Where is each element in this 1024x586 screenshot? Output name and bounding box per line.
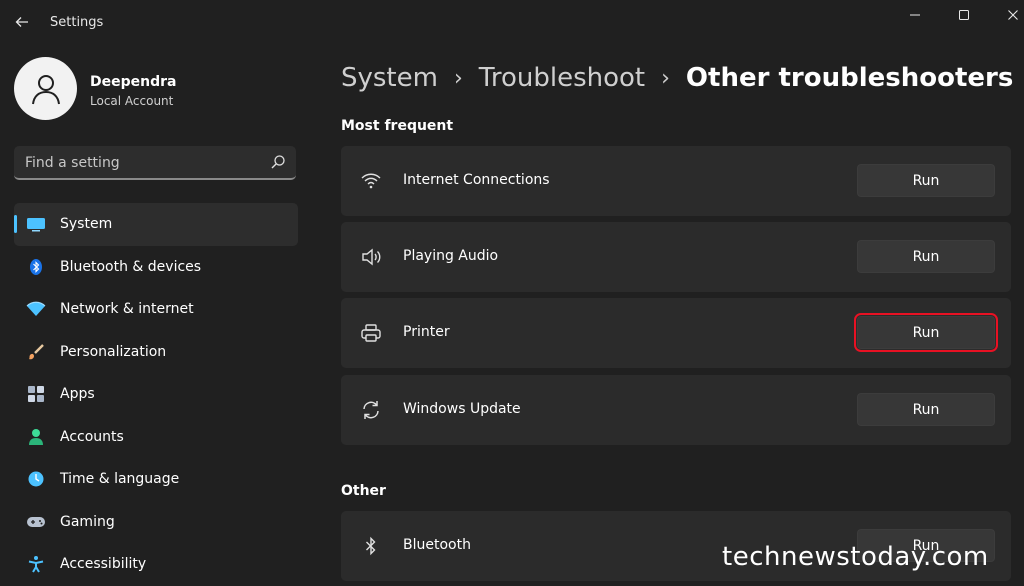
- account-type: Local Account: [90, 94, 174, 108]
- run-windows-update-button[interactable]: Run: [857, 393, 995, 426]
- sidebar-item-accounts[interactable]: Accounts: [14, 416, 298, 459]
- troubleshooter-windows-update: Windows Update Run: [341, 375, 1011, 445]
- minimize-button[interactable]: [892, 0, 938, 30]
- speaker-icon: [359, 245, 383, 269]
- run-printer-button[interactable]: Run: [854, 313, 998, 352]
- app-title: Settings: [50, 15, 104, 30]
- network-icon: [26, 299, 46, 319]
- sidebar-item-label: System: [60, 216, 113, 233]
- troubleshooter-label: Bluetooth: [403, 537, 471, 553]
- breadcrumb: System › Troubleshoot › Other troublesho…: [341, 58, 1013, 98]
- chevron-right-icon: ›: [661, 65, 670, 91]
- search-icon[interactable]: [270, 154, 286, 170]
- globe-clock-icon: [26, 469, 46, 489]
- wifi-icon: [359, 169, 383, 193]
- watermark: technewstoday.com: [722, 542, 989, 572]
- sidebar-item-network-internet[interactable]: Network & internet: [14, 288, 298, 331]
- sidebar-item-accessibility[interactable]: Accessibility: [14, 543, 298, 586]
- section-label-other: Other: [341, 483, 386, 499]
- troubleshooter-playing-audio: Playing Audio Run: [341, 222, 1011, 292]
- sidebar-item-label: Network & internet: [60, 301, 194, 318]
- page-title: Other troubleshooters: [685, 63, 1014, 93]
- run-internet-connections-button[interactable]: Run: [857, 164, 995, 197]
- sidebar-item-label: Time & language: [60, 471, 180, 488]
- run-playing-audio-button[interactable]: Run: [857, 240, 995, 273]
- printer-icon: [359, 321, 383, 345]
- user-icon: [31, 74, 60, 104]
- section-label-most-frequent: Most frequent: [341, 118, 454, 134]
- troubleshooter-label: Windows Update: [403, 401, 521, 417]
- sidebar-item-gaming[interactable]: Gaming: [14, 501, 298, 544]
- system-icon: [26, 214, 46, 234]
- sidebar-item-label: Gaming: [60, 513, 115, 530]
- user-name: Deependra: [90, 74, 177, 90]
- title-bar: Settings: [0, 0, 1024, 44]
- bluetooth-icon: [359, 534, 383, 558]
- troubleshooter-printer: Printer Run: [341, 298, 1011, 368]
- sidebar-item-label: Personalization: [60, 343, 167, 360]
- sidebar-item-label: Accounts: [60, 428, 124, 445]
- bluetooth-icon: [26, 257, 46, 277]
- sidebar-nav: System Bluetooth & devices Network & int…: [14, 203, 298, 586]
- close-icon: [1008, 10, 1018, 20]
- sidebar-item-label: Apps: [60, 386, 95, 403]
- troubleshooter-label: Internet Connections: [403, 172, 550, 188]
- sidebar-item-bluetooth-devices[interactable]: Bluetooth & devices: [14, 246, 298, 289]
- maximize-icon: [959, 10, 969, 20]
- troubleshooter-label: Playing Audio: [403, 248, 499, 264]
- minimize-icon: [910, 14, 920, 16]
- avatar: [14, 57, 77, 120]
- sidebar-item-label: Accessibility: [60, 556, 147, 573]
- back-arrow-icon: [15, 17, 28, 27]
- breadcrumb-troubleshoot[interactable]: Troubleshoot: [479, 63, 645, 93]
- refresh-icon: [359, 398, 383, 422]
- sidebar-item-system[interactable]: System: [14, 203, 298, 246]
- accounts-icon: [26, 427, 46, 447]
- accessibility-icon: [26, 554, 46, 574]
- back-button[interactable]: [10, 10, 34, 34]
- sidebar-item-label: Bluetooth & devices: [60, 258, 202, 275]
- maximize-button[interactable]: [941, 0, 987, 30]
- troubleshooter-internet-connections: Internet Connections Run: [341, 146, 1011, 216]
- gamepad-icon: [26, 512, 46, 532]
- brush-icon: [26, 342, 46, 362]
- sidebar-item-apps[interactable]: Apps: [14, 373, 298, 416]
- search-box: [14, 146, 296, 180]
- user-profile[interactable]: Deependra Local Account: [14, 57, 314, 123]
- sidebar-item-time-language[interactable]: Time & language: [14, 458, 298, 501]
- apps-icon: [26, 384, 46, 404]
- breadcrumb-system[interactable]: System: [341, 63, 438, 93]
- search-input[interactable]: [14, 146, 267, 180]
- close-button[interactable]: [990, 0, 1024, 30]
- sidebar-item-personalization[interactable]: Personalization: [14, 331, 298, 374]
- chevron-right-icon: ›: [453, 65, 463, 91]
- troubleshooter-label: Printer: [403, 324, 450, 340]
